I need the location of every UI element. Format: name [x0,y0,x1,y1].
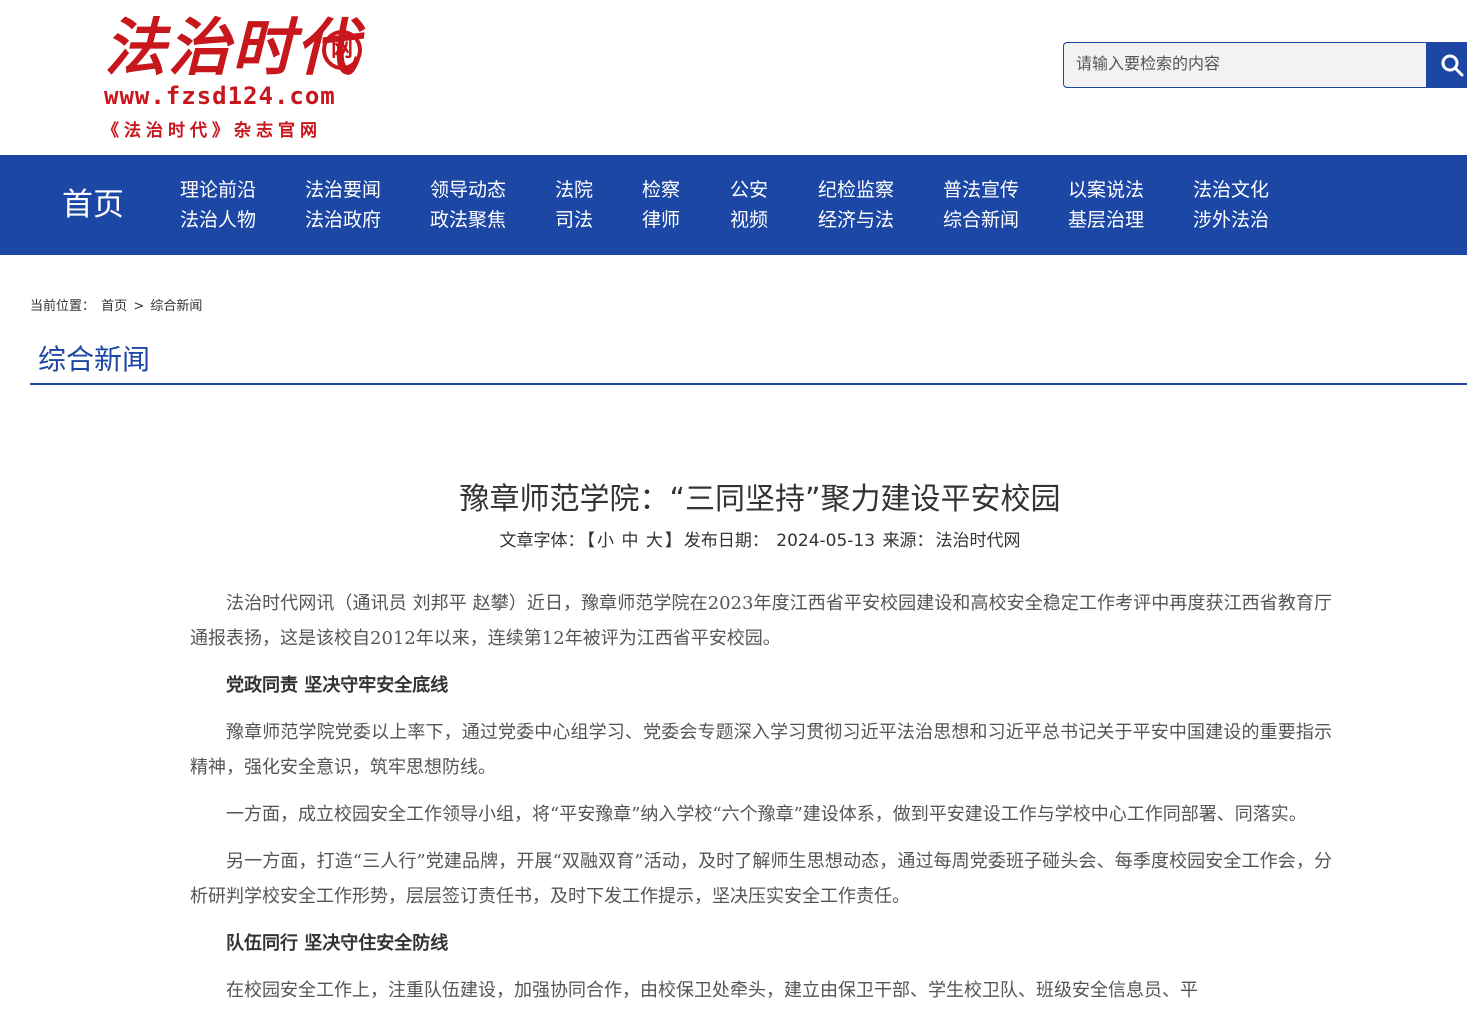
nav-item-case-law[interactable]: 以案说法 [1068,175,1144,205]
nav-column: 纪检监察 经济与法 [818,175,894,235]
nav-item-general-news[interactable]: 综合新闻 [943,205,1019,235]
nav-item-court[interactable]: 法院 [555,175,593,205]
nav-column: 以案说法 基层治理 [1068,175,1144,235]
nav-item-leaders[interactable]: 领导动态 [430,175,506,205]
source-label: 来源： [882,531,934,551]
nav-item-law-education[interactable]: 普法宣传 [943,175,1019,205]
paragraph: 法治时代网讯（通讯员 刘邦平 赵攀）近日，豫章师范学院在2023年度江西省平安校… [190,593,1332,649]
nav-item-police[interactable]: 公安 [730,175,768,205]
breadcrumb-home[interactable]: 首页 [101,299,127,314]
nav-item-grassroots[interactable]: 基层治理 [1068,205,1144,235]
bracket-close: 】 [664,531,682,551]
site-logo[interactable]: 法治时代 网 www.fzsd124.com 《法治时代》杂志官网 [100,12,370,141]
search-button[interactable] [1426,42,1467,88]
nav-item-government[interactable]: 法治政府 [305,205,381,235]
nav-column: 检察 律师 [642,175,680,235]
nav-column: 公安 视频 [730,175,768,235]
breadcrumb-label: 当前位置： [30,299,96,314]
bracket-open: 【 [586,531,596,551]
search-input[interactable] [1063,42,1427,88]
font-large-button[interactable]: 大 [646,531,663,551]
nav-item-foreign-law[interactable]: 涉外法治 [1193,205,1269,235]
nav-item-procuratorate[interactable]: 检察 [642,175,680,205]
site-header: 法治时代 网 www.fzsd124.com 《法治时代》杂志官网 [0,0,1467,155]
paragraph: 另一方面，打造“三人行”党建品牌，开展“双融双育”活动，及时了解师生思想动态，通… [190,851,1332,907]
breadcrumb: 当前位置： 首页 > 综合新闻 [30,295,204,314]
paragraph: 一方面，成立校园安全工作领导小组，将“平安豫章”纳入学校“六个豫章”建设体系，做… [226,804,1307,825]
logo-badge: 网 [322,30,362,70]
publish-date: 2024-05-13 [776,531,876,551]
nav-item-key-news[interactable]: 法治要闻 [305,175,381,205]
nav-item-lawyer[interactable]: 律师 [642,205,680,235]
article-title: 豫章师范学院：“三同坚持”聚力建设平安校园 [459,482,1061,517]
font-small-button[interactable]: 小 [597,531,614,551]
nav-column: 法治文化 涉外法治 [1193,175,1269,235]
section-title: 综合新闻 [38,343,151,376]
nav-item-economy-law[interactable]: 经济与法 [818,205,894,235]
nav-item-law-culture[interactable]: 法治文化 [1193,175,1269,205]
breadcrumb-current[interactable]: 综合新闻 [150,299,202,314]
search-box [1063,42,1467,88]
article-meta: 文章字体：【小 中 大】发布日期： 2024-05-13 来源： 法治时代网 [0,526,1467,551]
font-medium-button[interactable]: 中 [621,531,638,551]
nav-item-political-focus[interactable]: 政法聚焦 [430,205,506,235]
logo-subtitle: 《法治时代》杂志官网 [102,121,322,141]
nav-item-people[interactable]: 法治人物 [180,205,256,235]
publish-date-label: 发布日期： [683,531,769,551]
nav-column: 法治要闻 法治政府 [305,175,381,235]
nav-item-theory[interactable]: 理论前沿 [180,175,256,205]
nav-home[interactable]: 首页 [62,185,124,225]
section-divider [30,383,1467,385]
main-nav: 首页 理论前沿 法治人物 法治要闻 法治政府 领导动态 政法聚焦 法院 司法 检… [0,155,1467,255]
paragraph: 在校园安全工作上，注重队伍建设，加强协同合作，由校保卫处牵头，建立由保卫干部、学… [226,980,1198,1001]
paragraph: 豫章师范学院党委以上率下，通过党委中心组学习、党委会专题深入学习贯彻习近平法治思… [190,722,1332,778]
nav-column: 法院 司法 [555,175,593,235]
breadcrumb-separator: > [133,299,145,314]
nav-item-discipline[interactable]: 纪检监察 [818,175,894,205]
nav-item-video[interactable]: 视频 [730,205,768,235]
subheading: 队伍同行 坚决守住安全防线 [226,933,449,954]
source-value: 法治时代网 [935,531,1021,551]
logo-url: www.fzsd124.com [104,82,336,110]
font-size-label: 文章字体： [499,531,585,551]
nav-column: 领导动态 政法聚焦 [430,175,506,235]
subheading: 党政同责 坚决守牢安全底线 [226,675,449,696]
search-icon [1441,54,1464,77]
nav-column: 普法宣传 综合新闻 [943,175,1019,235]
nav-item-judicial[interactable]: 司法 [555,205,593,235]
nav-column: 理论前沿 法治人物 [180,175,256,235]
article-content: 法治时代网讯（通讯员 刘邦平 赵攀）近日，豫章师范学院在2023年度江西省平安校… [190,586,1332,1020]
